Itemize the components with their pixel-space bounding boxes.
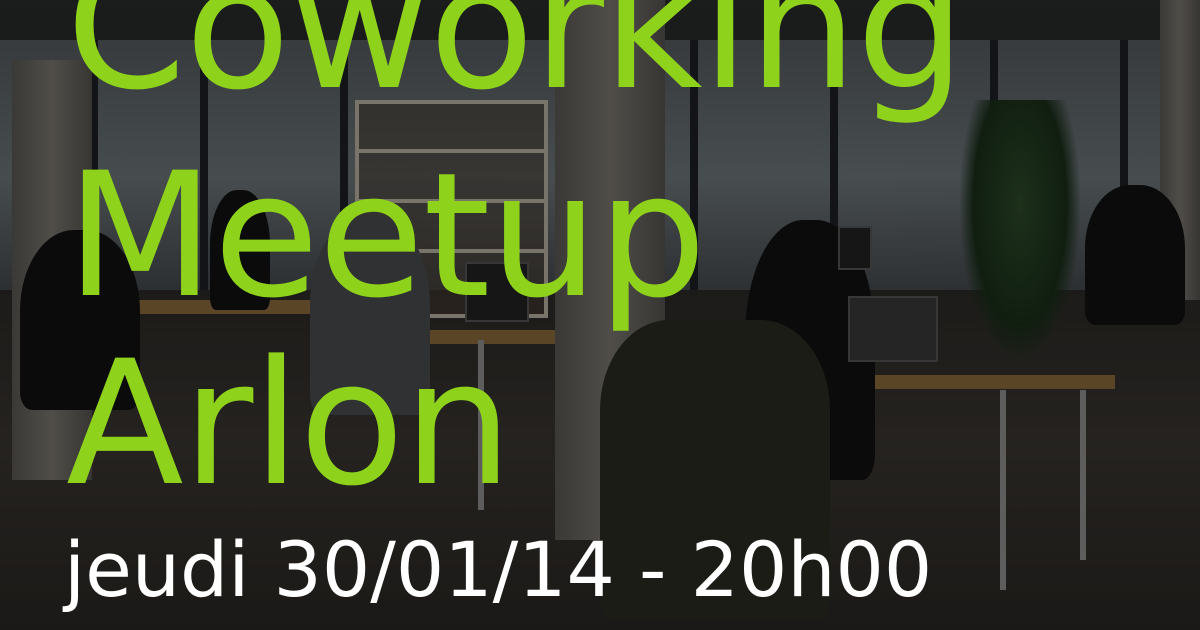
title-line-coworking: Coworking <box>66 0 966 128</box>
title-line-meetup: Meetup <box>66 135 707 336</box>
event-date: jeudi 30/01/14 - 20h00 <box>64 525 933 614</box>
poster: Coworking Meetup Arlon jeudi 30/01/14 - … <box>0 0 1200 630</box>
title-line-arlon: Arlon <box>66 323 512 524</box>
